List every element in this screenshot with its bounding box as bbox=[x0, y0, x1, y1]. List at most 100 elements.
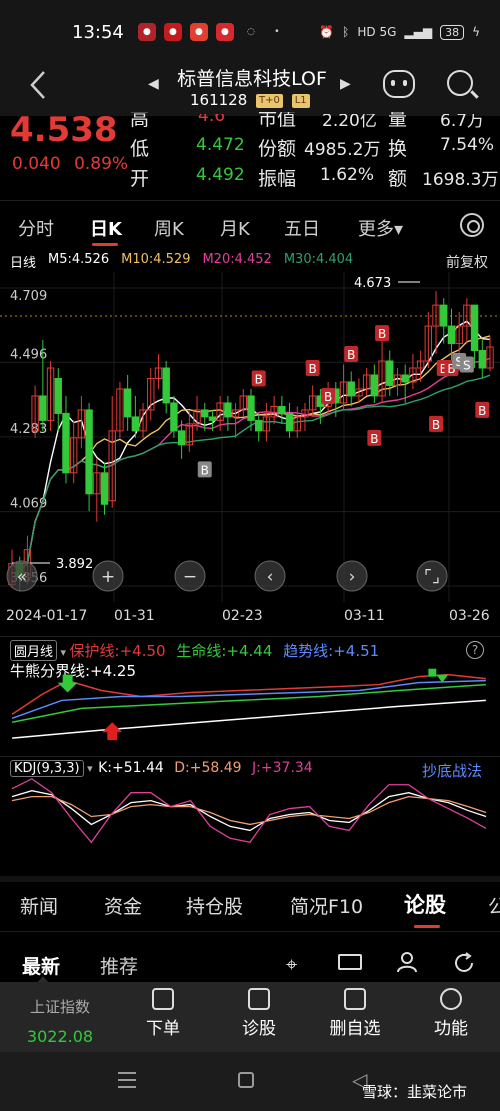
quote-panel: 4.538 0.040 0.89% 高 4.6 市值 2.20亿 量 6.7万 … bbox=[0, 110, 500, 200]
ma-period-label: 日线 bbox=[10, 256, 37, 271]
functions-label: 功能 bbox=[434, 1019, 468, 1039]
indicator1-chart[interactable] bbox=[0, 636, 500, 748]
scroll-right-button-label: › bbox=[349, 567, 356, 587]
tab-daily[interactable]: 日K bbox=[90, 215, 122, 241]
y-tick-label: 4.709 bbox=[10, 289, 47, 304]
signal-marker-label: S bbox=[463, 359, 471, 373]
tab-intraday[interactable]: 分时 bbox=[18, 215, 54, 241]
tab-five-day[interactable]: 五日 bbox=[284, 215, 320, 241]
sell-arrow-icon bbox=[102, 722, 123, 741]
candle-body bbox=[386, 360, 394, 386]
candle-body bbox=[62, 412, 70, 474]
y-tick-label: 4.496 bbox=[10, 347, 47, 362]
chat-icon: ◌ bbox=[246, 27, 255, 37]
candle-body bbox=[285, 412, 294, 432]
status-right: ⏰ ᛒ HD 5G ▂▄▆ 38 ϟ bbox=[319, 24, 480, 40]
signal-marker-label: B bbox=[370, 432, 378, 446]
tab-funds[interactable]: 资金 bbox=[104, 892, 142, 919]
zoom-out-button-label: − bbox=[183, 567, 197, 587]
tab-monthly[interactable]: 月K bbox=[220, 215, 250, 241]
refresh-icon[interactable] bbox=[452, 951, 476, 975]
candle-body bbox=[255, 419, 263, 432]
tab-profile[interactable]: 简况F10 bbox=[290, 892, 363, 919]
amount-value: 4985.2万 bbox=[304, 140, 381, 160]
candle-body bbox=[370, 374, 379, 397]
alarm-icon: ⏰ bbox=[319, 25, 335, 39]
kdj-j-line bbox=[11, 778, 487, 844]
amount-label: 份额 bbox=[258, 138, 297, 160]
candlestick-chart[interactable]: 4.7094.4964.2834.0693.856 BBBBBBBBBBSSB … bbox=[0, 272, 500, 602]
candle-body bbox=[54, 377, 62, 414]
index-name: 上证指数 bbox=[29, 998, 90, 1016]
app-icon: ● bbox=[215, 23, 234, 41]
order-button[interactable]: 下单 bbox=[128, 988, 198, 1039]
functions-button[interactable]: 功能 bbox=[416, 988, 486, 1039]
active-tab-indicator bbox=[92, 243, 118, 246]
title-bar: ◀ 标普信息科技LOF 161128 T+0 L1 ▶ bbox=[0, 64, 500, 116]
discussion-subtabs: 最新 推荐 ⌖ bbox=[0, 932, 500, 983]
period-tabs: 分时 日K 周K 月K 五日 更多▾ bbox=[0, 200, 500, 248]
back-button[interactable] bbox=[28, 70, 48, 108]
next-stock-icon[interactable]: ▶ bbox=[340, 76, 351, 92]
ma30-value: M30:4.404 bbox=[283, 252, 354, 267]
bottom-action-bar: 上证指数 3022.08 下单 诊股 删自选 功能 bbox=[0, 982, 500, 1052]
subtab-recommended[interactable]: 推荐 bbox=[100, 952, 138, 979]
subtab-latest[interactable]: 最新 bbox=[22, 952, 60, 979]
candle-body bbox=[162, 367, 170, 404]
ma5-line bbox=[11, 320, 491, 572]
tab-announcement[interactable]: 公 bbox=[488, 892, 500, 919]
battery-indicator: 38 bbox=[440, 24, 465, 40]
signal-marker-label: B bbox=[201, 463, 209, 477]
signal-icon: ▂▄▆ bbox=[404, 25, 433, 39]
date-tick: 2024-01-17 bbox=[6, 608, 88, 624]
kdj-chart[interactable] bbox=[0, 756, 500, 876]
y-tick-label: 4.283 bbox=[10, 422, 47, 437]
status-bar: 13:54 ● ● ● ● ◌ • ⏰ ᛒ HD 5G ▂▄▆ 38 ϟ bbox=[0, 0, 500, 64]
user-icon[interactable] bbox=[396, 951, 418, 973]
mail-icon[interactable] bbox=[338, 954, 362, 970]
diagnose-button[interactable]: 诊股 bbox=[224, 988, 294, 1039]
candle-body bbox=[85, 409, 93, 495]
candle-body bbox=[470, 304, 479, 352]
turnover-label: 换 bbox=[388, 138, 408, 160]
robot-icon[interactable] bbox=[383, 70, 415, 98]
tab-weekly[interactable]: 周K bbox=[154, 215, 184, 241]
tab-holdings[interactable]: 持仓股 bbox=[186, 892, 243, 919]
signal-marker-label: B bbox=[432, 418, 440, 432]
collapse-button-label: « bbox=[17, 567, 27, 587]
prev-stock-icon[interactable]: ◀ bbox=[148, 76, 159, 92]
location-icon[interactable]: ⌖ bbox=[286, 952, 297, 976]
date-tick: 03-26 bbox=[449, 608, 490, 624]
candle-body bbox=[208, 416, 217, 421]
functions-icon bbox=[440, 988, 462, 1010]
current-price: 4.538 bbox=[10, 110, 118, 150]
tab-discussion[interactable]: 论股 bbox=[404, 889, 446, 919]
remove-watchlist-button[interactable]: 删自选 bbox=[320, 988, 390, 1039]
value-label: 额 bbox=[388, 168, 408, 190]
search-icon[interactable] bbox=[447, 70, 473, 96]
home-icon[interactable] bbox=[238, 1072, 254, 1088]
remove-label: 删自选 bbox=[329, 1019, 381, 1039]
candle-body bbox=[401, 374, 409, 383]
tab-more[interactable]: 更多▾ bbox=[358, 215, 403, 241]
change-percent: 0.89% bbox=[74, 154, 129, 174]
low-label: 低 bbox=[130, 138, 150, 160]
bull-bear-line bbox=[12, 699, 486, 739]
bluetooth-icon: ᛒ bbox=[342, 25, 350, 39]
stock-code-row: 161128 T+0 L1 bbox=[190, 91, 310, 109]
turnover-value: 7.54% bbox=[440, 135, 495, 155]
stock-code: 161128 bbox=[190, 91, 248, 109]
low-value: 4.472 bbox=[196, 135, 245, 155]
open-value: 4.492 bbox=[196, 165, 245, 185]
tab-news[interactable]: 新闻 bbox=[20, 892, 58, 919]
recents-icon[interactable] bbox=[118, 1072, 136, 1088]
buy-arrow-icon bbox=[57, 674, 78, 693]
ma5-value: M5:4.526 bbox=[48, 252, 110, 267]
price-change: 0.040 0.89% bbox=[12, 154, 128, 174]
amplitude-label: 振幅 bbox=[258, 168, 297, 190]
index-widget[interactable]: 上证指数 3022.08 bbox=[20, 996, 100, 1046]
date-tick: 02-23 bbox=[222, 608, 263, 624]
settings-icon[interactable] bbox=[460, 213, 484, 237]
adjust-mode-button[interactable]: 前复权 bbox=[446, 252, 488, 272]
index-value: 3022.08 bbox=[26, 1027, 94, 1046]
